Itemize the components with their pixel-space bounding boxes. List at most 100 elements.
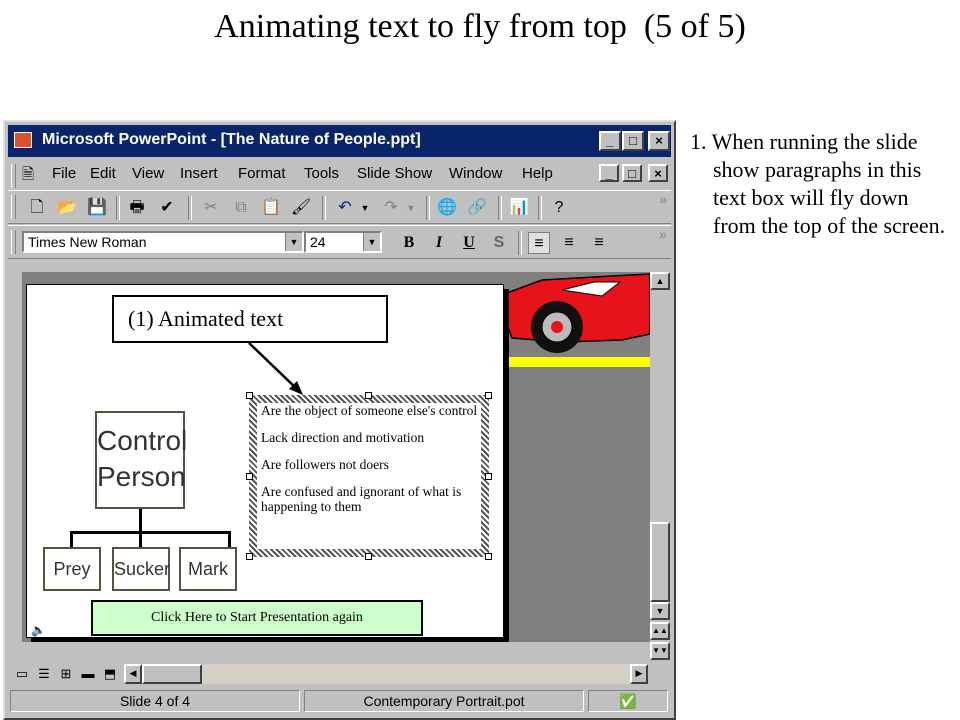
scroll-down-icon[interactable]: ▼ bbox=[650, 602, 670, 620]
menu-window[interactable]: Window bbox=[449, 165, 502, 182]
print-icon[interactable]: 🖶 bbox=[126, 197, 148, 219]
resize-handle[interactable] bbox=[246, 553, 253, 560]
toolbar-separator bbox=[426, 196, 430, 220]
menu-edit[interactable]: Edit bbox=[90, 165, 116, 182]
italic-button[interactable]: I bbox=[428, 232, 450, 254]
resize-handle[interactable] bbox=[365, 392, 372, 399]
previous-slide-icon[interactable]: ▲▲ bbox=[650, 622, 670, 640]
undo-icon[interactable]: ↶ bbox=[334, 197, 356, 219]
org-connector bbox=[70, 531, 230, 534]
document-icon[interactable]: 🗎 bbox=[22, 164, 34, 189]
org-box-prey[interactable]: Prey bbox=[43, 547, 101, 591]
menu-help[interactable]: Help bbox=[522, 165, 553, 182]
scroll-thumb[interactable] bbox=[650, 522, 670, 602]
spelling-icon[interactable]: ✔ bbox=[156, 197, 178, 219]
chevron-down-icon[interactable]: ▼ bbox=[363, 233, 380, 251]
horizontal-scroll-thumb[interactable] bbox=[142, 664, 202, 684]
vertical-scrollbar[interactable]: ▲ ▼ ▲▲ ▼▼ bbox=[650, 272, 670, 670]
redo-dropdown-icon[interactable]: ▼ bbox=[400, 197, 422, 219]
sound-icon: 🔈 bbox=[31, 623, 46, 637]
horizontal-scroll-track[interactable] bbox=[202, 664, 630, 684]
animated-text-box[interactable]: Are the object of someone else's control… bbox=[249, 395, 489, 557]
start-presentation-button[interactable]: Click Here to Start Presentation again bbox=[91, 600, 423, 636]
cut-icon[interactable]: ✂ bbox=[200, 197, 222, 219]
menu-file[interactable]: File bbox=[52, 165, 76, 182]
menu-bar: 🗎 File Edit View Insert Format Tools Sli… bbox=[8, 160, 671, 188]
org-connector bbox=[139, 509, 142, 532]
slide-sorter-view-icon[interactable]: ⊞ bbox=[56, 664, 76, 684]
font-name-value: Times New Roman bbox=[28, 234, 147, 250]
scroll-left-icon[interactable]: ◀ bbox=[124, 664, 142, 684]
toolbar-separator bbox=[518, 231, 522, 255]
menu-format[interactable]: Format bbox=[238, 165, 286, 182]
font-name-select[interactable]: Times New Roman ▼ bbox=[22, 231, 304, 253]
page-title: Animating text to fly from top (5 of 5) bbox=[214, 8, 746, 45]
redo-icon[interactable]: ↷ bbox=[380, 197, 402, 219]
outline-view-icon[interactable]: ☰ bbox=[34, 664, 54, 684]
org-box-mark[interactable]: Mark bbox=[179, 547, 237, 591]
normal-view-icon[interactable]: ▭ bbox=[12, 664, 32, 684]
doc-minimize-button[interactable]: _ bbox=[599, 164, 619, 182]
resize-handle[interactable] bbox=[365, 553, 372, 560]
scroll-right-icon[interactable]: ▶ bbox=[630, 664, 648, 684]
minimize-button[interactable]: _ bbox=[599, 131, 621, 151]
scroll-up-icon[interactable]: ▲ bbox=[650, 272, 670, 290]
maximize-button[interactable]: □ bbox=[622, 131, 644, 151]
spelling-status-icon[interactable]: ✅ bbox=[588, 690, 668, 712]
resize-handle[interactable] bbox=[485, 473, 492, 480]
hyperlink-icon[interactable]: 🌐 bbox=[436, 197, 458, 219]
menu-insert[interactable]: Insert bbox=[180, 165, 218, 182]
bold-button[interactable]: B bbox=[398, 232, 420, 254]
resize-handle[interactable] bbox=[246, 473, 253, 480]
doc-restore-button[interactable]: □ bbox=[622, 164, 642, 182]
paste-icon[interactable]: 📋 bbox=[260, 197, 282, 219]
help-icon[interactable]: ? bbox=[548, 197, 570, 219]
car-image bbox=[502, 273, 650, 367]
align-right-icon[interactable]: ≡ bbox=[588, 232, 610, 254]
save-icon[interactable]: 💾 bbox=[86, 197, 108, 219]
undo-dropdown-icon[interactable]: ▼ bbox=[354, 197, 376, 219]
align-center-icon[interactable]: ≡ bbox=[558, 232, 580, 254]
insert-chart-icon[interactable]: 📊 bbox=[508, 197, 530, 219]
copy-icon[interactable]: ⧉ bbox=[230, 197, 252, 219]
next-slide-icon[interactable]: ▼▼ bbox=[650, 642, 670, 660]
resize-handle[interactable] bbox=[485, 392, 492, 399]
menu-slide-show[interactable]: Slide Show bbox=[357, 165, 432, 182]
bullet-item: Are confused and ignorant of what is hap… bbox=[261, 484, 462, 514]
standard-toolbar: 🗋 📂 💾 🖶 ✔ ✂ ⧉ 📋 🖌 ↶ ▼ ↷ ▼ 🌐 🔗 📊 ? » bbox=[8, 190, 671, 224]
toolbar-separator bbox=[322, 196, 326, 220]
slide-show-view-icon[interactable]: ⬒ bbox=[100, 664, 120, 684]
powerpoint-icon bbox=[14, 132, 32, 148]
more-buttons-icon[interactable]: » bbox=[659, 191, 667, 207]
toolbar-grip bbox=[11, 195, 16, 219]
doc-close-button[interactable]: × bbox=[648, 164, 668, 182]
format-painter-icon[interactable]: 🖌 bbox=[290, 197, 312, 219]
open-icon[interactable]: 📂 bbox=[56, 197, 78, 219]
slide-view-icon[interactable]: ▬ bbox=[78, 664, 98, 684]
close-button[interactable]: × bbox=[648, 131, 670, 151]
web-toolbar-icon[interactable]: 🔗 bbox=[466, 197, 488, 219]
align-left-icon[interactable]: ≡ bbox=[528, 232, 550, 254]
status-bar: Slide 4 of 4 Contemporary Portrait.pot ✅ bbox=[8, 687, 671, 715]
chevron-down-icon[interactable]: ▼ bbox=[285, 233, 302, 251]
font-size-select[interactable]: 24 ▼ bbox=[304, 231, 382, 253]
slide-workspace: (1) Animated text Control Person Prey Su… bbox=[22, 272, 650, 642]
menu-view[interactable]: View bbox=[132, 165, 164, 182]
menu-grip bbox=[11, 164, 16, 188]
view-and-horizontal-scroll-bar: ▭ ☰ ⊞ ▬ ⬒ ◀ ▶ bbox=[8, 664, 648, 684]
bullet-item: Are the object of someone else's control bbox=[261, 403, 478, 418]
resize-handle[interactable] bbox=[485, 553, 492, 560]
toolbar-separator bbox=[188, 196, 192, 220]
menu-tools[interactable]: Tools bbox=[304, 165, 339, 182]
bullet-item: Lack direction and motivation bbox=[261, 430, 425, 445]
more-buttons-icon[interactable]: » bbox=[659, 226, 667, 242]
slide-canvas: (1) Animated text Control Person Prey Su… bbox=[26, 284, 504, 638]
shadow-button[interactable]: S bbox=[488, 232, 510, 254]
resize-handle[interactable] bbox=[246, 392, 253, 399]
underline-button[interactable]: U bbox=[458, 232, 480, 254]
new-icon[interactable]: 🗋 bbox=[26, 197, 48, 219]
status-design-template: Contemporary Portrait.pot bbox=[304, 690, 584, 712]
window-title: Microsoft PowerPoint - [The Nature of Pe… bbox=[42, 131, 421, 148]
org-box-control-person[interactable]: Control Person bbox=[95, 411, 187, 509]
org-box-sucker[interactable]: Sucker bbox=[112, 547, 170, 591]
